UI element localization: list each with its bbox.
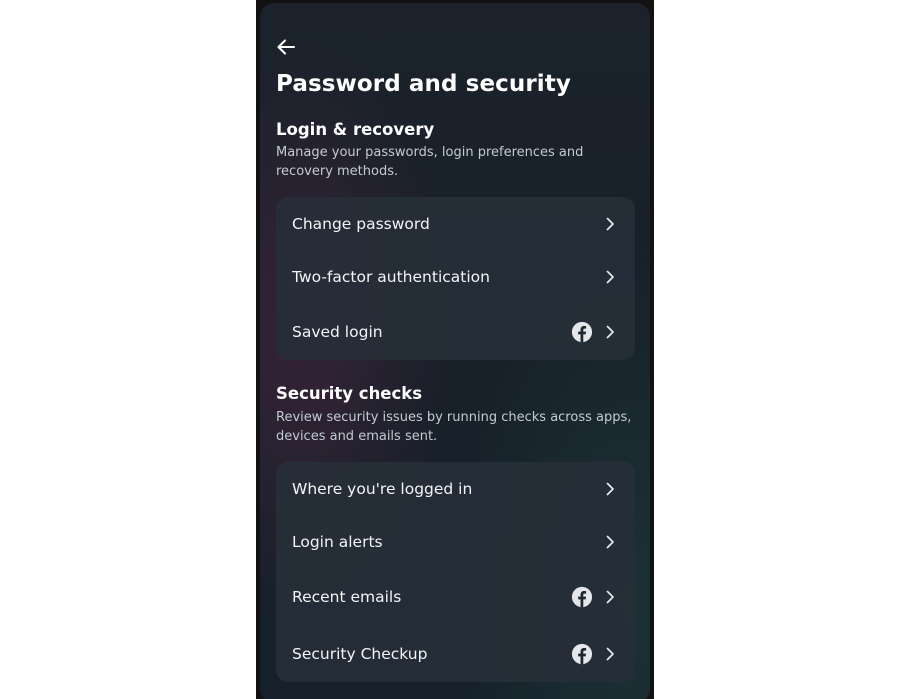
where-youre-logged-in-item[interactable]: Where you're logged in	[276, 464, 635, 514]
where-youre-logged-in-label: Where you're logged in	[292, 480, 473, 498]
chevron-right-icon	[606, 590, 614, 604]
two-factor-authentication-label: Two-factor authentication	[292, 268, 490, 286]
login-alerts-item[interactable]: Login alerts	[276, 517, 635, 567]
recent-emails-item[interactable]: Recent emails	[276, 572, 635, 622]
login-alerts-label: Login alerts	[292, 533, 383, 551]
security-checks-card: Where you're logged in Login alerts Rece…	[276, 462, 635, 682]
recent-emails-label: Recent emails	[292, 588, 402, 606]
chevron-right-icon	[606, 217, 614, 231]
section-title-security-checks: Security checks	[276, 384, 423, 403]
section-description-security-checks: Review security issues by running checks…	[276, 410, 632, 444]
chevron-right-icon	[606, 270, 614, 284]
facebook-icon	[571, 321, 593, 343]
chevron-right-icon	[606, 535, 614, 549]
page-title: Password and security	[276, 71, 571, 97]
back-button[interactable]	[274, 35, 298, 59]
saved-login-item[interactable]: Saved login	[276, 307, 635, 357]
settings-screen: Password and security Login & recovery M…	[260, 3, 650, 699]
security-checkup-label: Security Checkup	[292, 645, 428, 663]
arrow-left-icon	[277, 39, 296, 55]
chevron-right-icon	[606, 325, 614, 339]
saved-login-label: Saved login	[292, 323, 383, 341]
security-checkup-item[interactable]: Security Checkup	[276, 629, 635, 679]
two-factor-authentication-item[interactable]: Two-factor authentication	[276, 252, 635, 302]
facebook-icon	[571, 643, 593, 665]
section-description-login-recovery: Manage your passwords, login preferences…	[276, 145, 584, 179]
change-password-label: Change password	[292, 215, 430, 233]
chevron-right-icon	[606, 647, 614, 661]
section-title-login-recovery: Login & recovery	[276, 120, 435, 139]
facebook-icon	[571, 586, 593, 608]
login-recovery-card: Change password Two-factor authenticatio…	[276, 197, 635, 360]
change-password-item[interactable]: Change password	[276, 199, 635, 249]
chevron-right-icon	[606, 482, 614, 496]
phone-frame: Password and security Login & recovery M…	[256, 0, 654, 699]
